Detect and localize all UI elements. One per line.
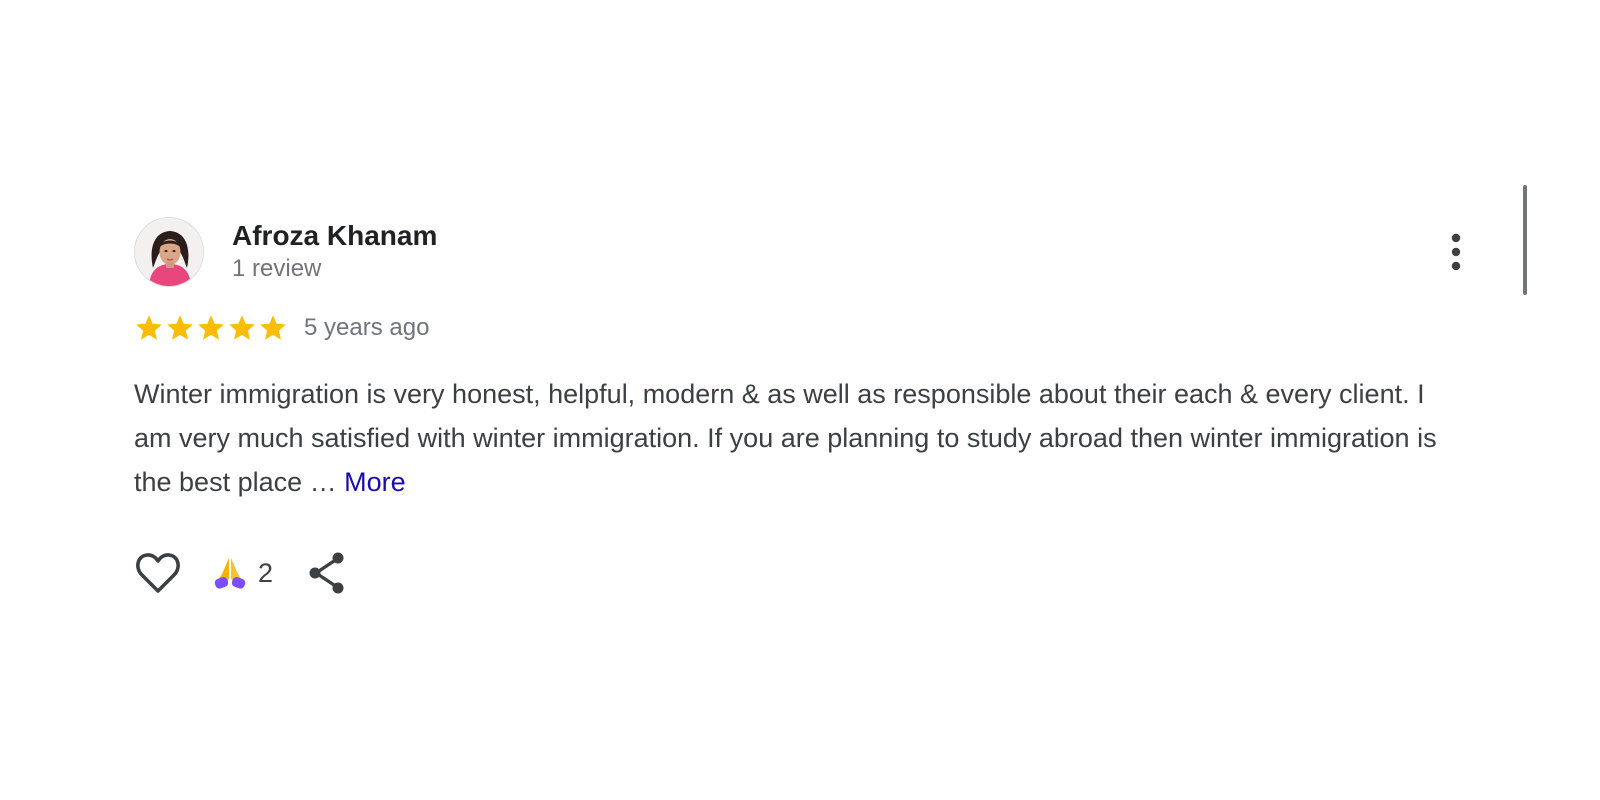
reaction-button[interactable]: 2: [212, 556, 273, 590]
star-icon: [260, 315, 286, 340]
review-card: Afroza Khanam 1 review 5 years ago Winte…: [134, 216, 1474, 598]
star-icon: [229, 315, 255, 340]
reaction-count: 2: [258, 557, 274, 588]
author-info: Afroza Khanam 1 review: [232, 219, 437, 285]
author-name[interactable]: Afroza Khanam: [232, 219, 437, 253]
like-button[interactable]: [134, 549, 182, 597]
more-vert-icon: [1451, 233, 1461, 271]
star-rating: [134, 313, 288, 343]
avatar[interactable]: [134, 217, 204, 287]
review-actions: 2: [134, 548, 1474, 598]
scrollbar-thumb[interactable]: [1523, 185, 1527, 295]
star-icon: [167, 315, 193, 340]
share-icon: [309, 552, 344, 594]
more-options-button[interactable]: [1432, 228, 1480, 276]
author-review-count[interactable]: 1 review: [232, 253, 437, 285]
more-link[interactable]: More: [344, 467, 406, 497]
star-icon: [136, 315, 162, 340]
rating-row: 5 years ago: [134, 310, 1474, 346]
folded-hands-icon: [214, 558, 246, 589]
star-icon: [198, 315, 224, 340]
review-header: Afroza Khanam 1 review: [134, 216, 1474, 288]
share-button[interactable]: [307, 549, 347, 597]
heart-outline-icon: [136, 553, 180, 593]
review-text: Winter immigration is very honest, helpf…: [134, 372, 1464, 504]
review-page: Afroza Khanam 1 review 5 years ago Winte…: [0, 0, 1600, 800]
user-photo-icon: [135, 218, 203, 286]
review-text-content: Winter immigration is very honest, helpf…: [134, 379, 1437, 497]
review-timestamp: 5 years ago: [304, 314, 430, 341]
